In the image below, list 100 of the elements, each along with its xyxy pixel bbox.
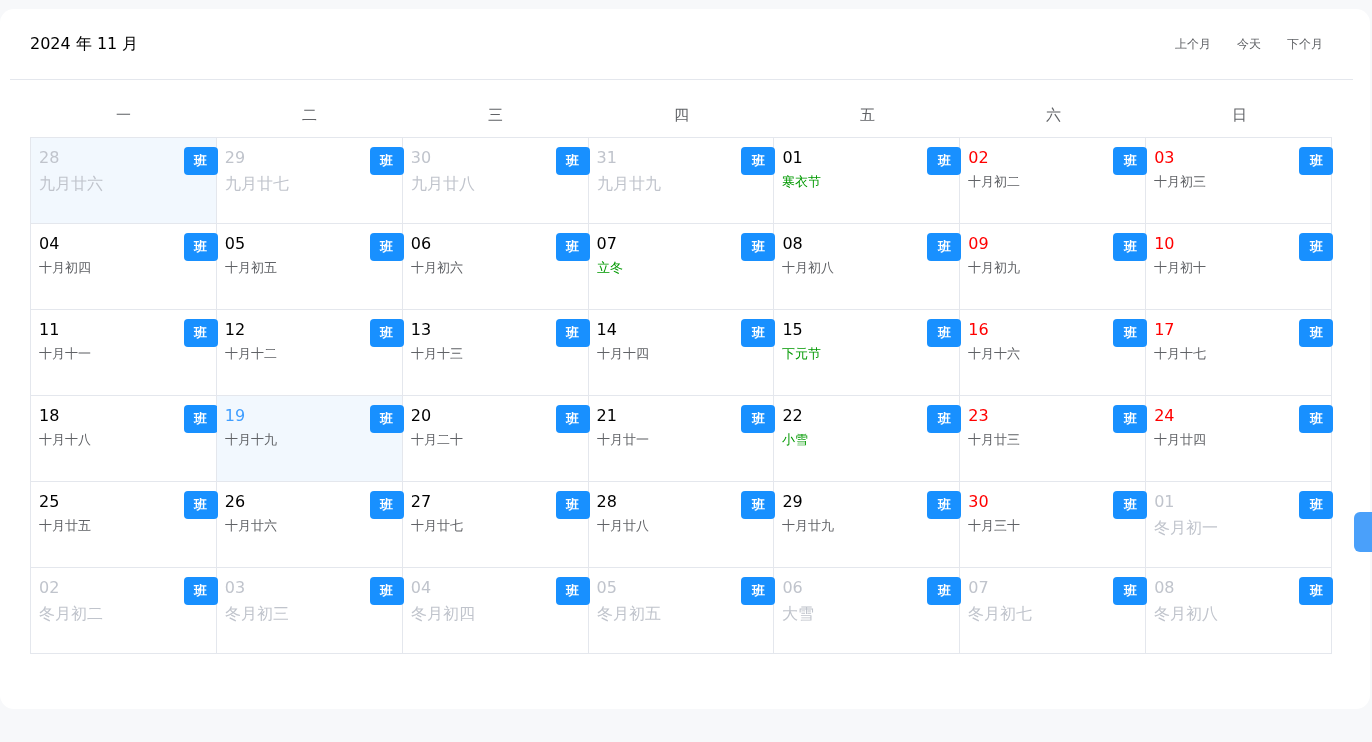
workday-badge[interactable]: 班 <box>927 576 962 605</box>
day-number: 25 <box>39 491 60 512</box>
day-cell[interactable]: 29 九月廿七 班 <box>216 137 403 224</box>
day-cell[interactable]: 15 下元节 班 <box>774 309 961 396</box>
day-number: 29 <box>224 147 246 168</box>
workday-badge[interactable]: 班 <box>1113 576 1148 605</box>
day-number: 24 <box>1154 405 1175 426</box>
day-cell[interactable]: 02 十月初二 班 <box>960 137 1147 224</box>
day-number: 22 <box>782 405 803 426</box>
workday-badge[interactable]: 班 <box>927 404 962 433</box>
workday-badge[interactable]: 班 <box>555 232 590 261</box>
day-cell[interactable]: 10 十月初十 班 <box>1146 223 1332 310</box>
festival-label: 小雪 <box>782 430 809 449</box>
workday-badge[interactable]: 班 <box>369 232 404 261</box>
workday-badge[interactable]: 班 <box>555 490 590 519</box>
workday-badge[interactable]: 班 <box>927 232 962 261</box>
lunar-date: 冬月初三 <box>224 603 289 624</box>
day-cell[interactable]: 02 冬月初二 班 <box>31 567 217 654</box>
workday-badge[interactable]: 班 <box>1299 404 1333 433</box>
workday-badge[interactable]: 班 <box>555 318 590 347</box>
day-cell[interactable]: 27 十月廿七 班 <box>402 481 589 568</box>
workday-badge[interactable]: 班 <box>555 146 590 175</box>
workday-badge[interactable]: 班 <box>1113 232 1148 261</box>
workday-badge[interactable]: 班 <box>369 490 404 519</box>
day-cell[interactable]: 03 冬月初三 班 <box>216 567 403 654</box>
lunar-date: 十月初九 <box>968 258 1021 277</box>
day-cell[interactable]: 11 十月十一 班 <box>31 309 217 396</box>
day-number: 08 <box>782 233 803 254</box>
workday-badge[interactable]: 班 <box>369 318 404 347</box>
day-cell[interactable]: 14 十月十四 班 <box>588 309 775 396</box>
day-cell[interactable]: 21 十月廿一 班 <box>588 395 775 482</box>
day-number: 17 <box>1154 319 1175 340</box>
day-cell[interactable]: 24 十月廿四 班 <box>1146 395 1332 482</box>
day-cell[interactable]: 06 十月初六 班 <box>402 223 589 310</box>
workday-badge[interactable]: 班 <box>1113 146 1148 175</box>
workday-badge[interactable]: 班 <box>1299 490 1333 519</box>
lunar-date: 十月初六 <box>410 258 463 277</box>
workday-badge[interactable]: 班 <box>183 404 218 433</box>
workday-badge[interactable]: 班 <box>927 146 962 175</box>
day-cell[interactable]: 30 九月廿八 班 <box>402 137 589 224</box>
day-cell[interactable]: 08 冬月初八 班 <box>1146 567 1332 654</box>
workday-badge[interactable]: 班 <box>741 404 776 433</box>
workday-badge[interactable]: 班 <box>555 576 590 605</box>
day-cell[interactable]: 04 十月初四 班 <box>31 223 217 310</box>
workday-badge[interactable]: 班 <box>1113 318 1148 347</box>
workday-badge[interactable]: 班 <box>927 490 962 519</box>
festival-label: 下元节 <box>782 344 822 363</box>
workday-badge[interactable]: 班 <box>183 232 218 261</box>
day-cell[interactable]: 26 十月廿六 班 <box>216 481 403 568</box>
day-cell[interactable]: 29 十月廿九 班 <box>774 481 961 568</box>
workday-badge[interactable]: 班 <box>1299 576 1333 605</box>
workday-badge[interactable]: 班 <box>741 146 776 175</box>
day-cell[interactable]: 16 十月十六 班 <box>960 309 1147 396</box>
day-cell[interactable]: 18 十月十八 班 <box>31 395 217 482</box>
workday-badge[interactable]: 班 <box>183 146 218 175</box>
day-cell[interactable]: 17 十月十七 班 <box>1146 309 1332 396</box>
workday-badge[interactable]: 班 <box>1299 146 1333 175</box>
nav-button[interactable]: 下个月 <box>1277 31 1333 57</box>
workday-badge[interactable]: 班 <box>369 146 404 175</box>
workday-badge[interactable]: 班 <box>369 576 404 605</box>
workday-badge[interactable]: 班 <box>1113 404 1148 433</box>
workday-badge[interactable]: 班 <box>1299 318 1333 347</box>
day-cell[interactable]: 23 十月廿三 班 <box>960 395 1147 482</box>
workday-badge[interactable]: 班 <box>1113 490 1148 519</box>
side-tab[interactable] <box>1354 512 1372 552</box>
day-cell[interactable]: 20 十月二十 班 <box>402 395 589 482</box>
day-cell[interactable]: 05 冬月初五 班 <box>588 567 775 654</box>
month-title: 2024 年 11 月 <box>30 33 139 55</box>
day-cell[interactable]: 04 冬月初四 班 <box>402 567 589 654</box>
nav-button[interactable]: 今天 <box>1227 31 1271 57</box>
weekday-label: 二 <box>301 106 317 124</box>
day-cell[interactable]: 12 十月十二 班 <box>216 309 403 396</box>
workday-badge[interactable]: 班 <box>183 490 218 519</box>
day-cell[interactable]: 03 十月初三 班 <box>1146 137 1332 224</box>
workday-badge[interactable]: 班 <box>741 490 776 519</box>
workday-badge[interactable]: 班 <box>183 318 218 347</box>
day-cell[interactable]: 19 十月十九 班 <box>216 395 403 482</box>
workday-badge[interactable]: 班 <box>369 404 404 433</box>
day-cell[interactable]: 01 寒衣节 班 <box>774 137 961 224</box>
workday-badge[interactable]: 班 <box>741 576 776 605</box>
day-cell[interactable]: 07 冬月初七 班 <box>960 567 1147 654</box>
day-cell[interactable]: 09 十月初九 班 <box>960 223 1147 310</box>
day-cell[interactable]: 30 十月三十 班 <box>960 481 1147 568</box>
day-cell[interactable]: 13 十月十三 班 <box>402 309 589 396</box>
workday-badge[interactable]: 班 <box>741 318 776 347</box>
day-cell[interactable]: 25 十月廿五 班 <box>31 481 217 568</box>
day-number: 07 <box>968 577 989 598</box>
day-cell[interactable]: 22 小雪 班 <box>774 395 961 482</box>
nav-button[interactable]: 上个月 <box>1165 31 1221 57</box>
workday-badge[interactable]: 班 <box>1299 232 1333 261</box>
day-cell[interactable]: 31 九月廿九 班 <box>588 137 775 224</box>
day-cell[interactable]: 05 十月初五 班 <box>216 223 403 310</box>
workday-badge[interactable]: 班 <box>927 318 962 347</box>
workday-badge[interactable]: 班 <box>183 576 218 605</box>
workday-badge[interactable]: 班 <box>555 404 590 433</box>
day-cell[interactable]: 28 十月廿八 班 <box>588 481 775 568</box>
day-cell[interactable]: 06 大雪 班 <box>774 567 961 654</box>
workday-badge[interactable]: 班 <box>741 232 776 261</box>
day-cell[interactable]: 08 十月初八 班 <box>774 223 961 310</box>
day-cell[interactable]: 07 立冬 班 <box>588 223 775 310</box>
